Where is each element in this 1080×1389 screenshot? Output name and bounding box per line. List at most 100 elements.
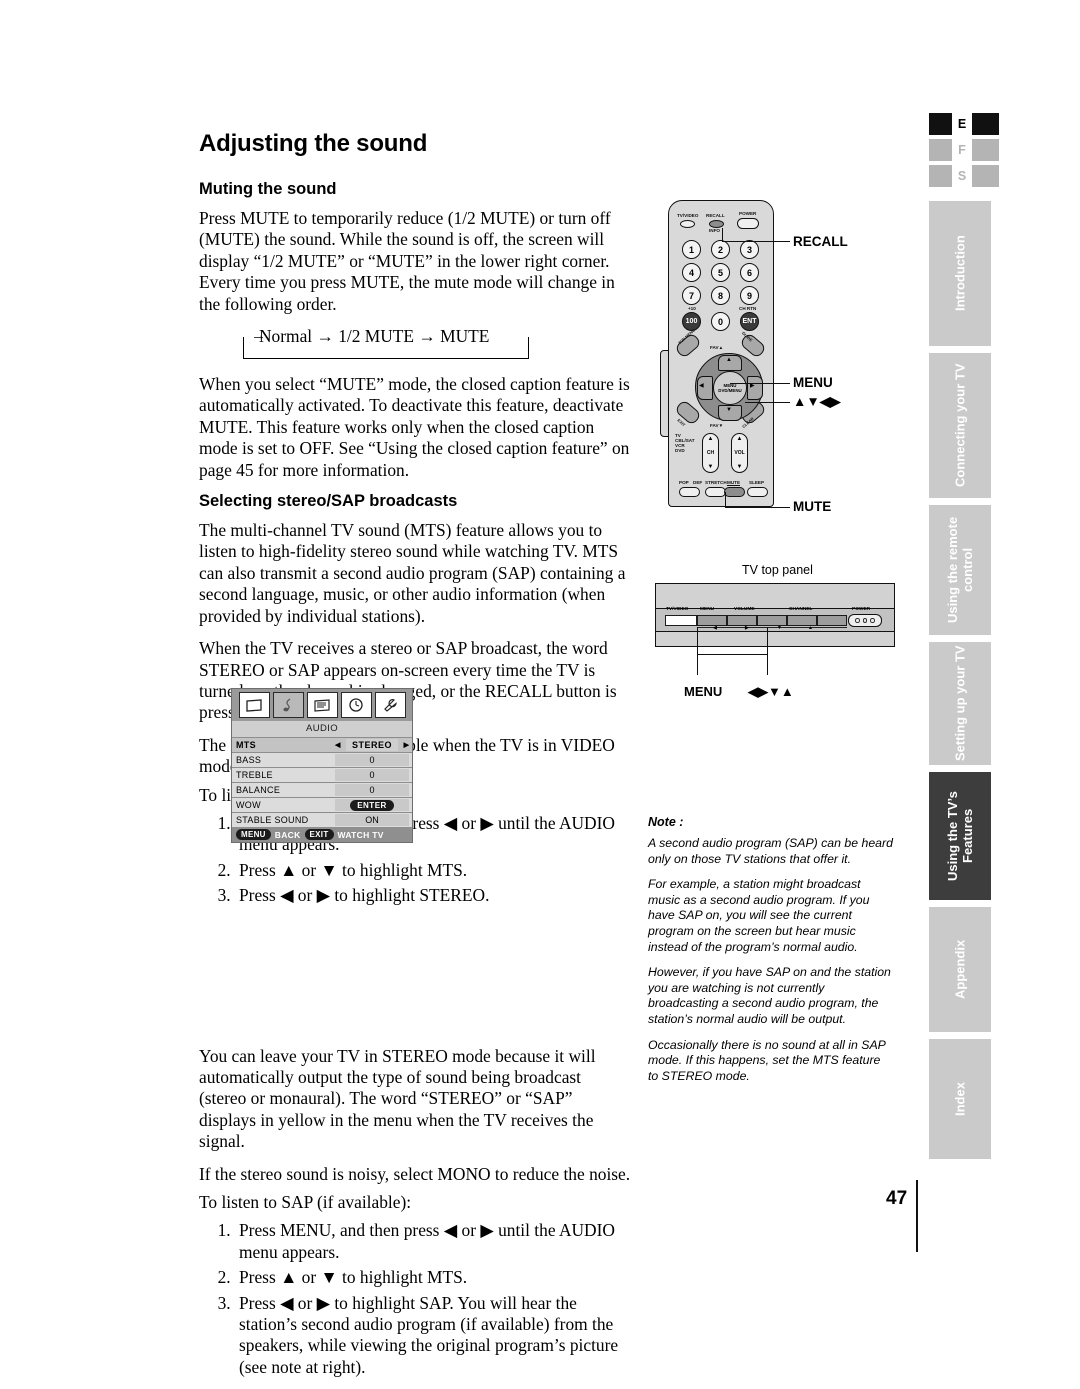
leader-mute [725,507,790,509]
mute-button[interactable] [724,487,745,497]
lang-block-right [972,113,999,135]
sidebar-tab-setting-up-your-tv[interactable]: Setting up your TV [929,642,991,765]
keypad-6[interactable]: 6 [740,263,759,282]
leader-recall-stem [722,228,724,242]
language-row-e[interactable]: E [929,113,1007,135]
leader-tv-bracket-top [697,654,767,656]
sidebar-tab-connecting-your-tv[interactable]: Connecting your TV [929,353,991,498]
remote-label-info: INFO [709,228,720,233]
enter-button[interactable]: ENTER [350,800,394,811]
tv-panel-volume-down-button[interactable] [727,615,757,626]
remote-label-stretch: STRETCH [705,480,727,485]
list-item: Press ▲ or ▼ to highlight MTS. [235,860,631,881]
tv-panel-tv-video-button[interactable] [665,615,697,626]
right-arrow-icon[interactable]: ▶ [401,741,412,749]
sidebar-tab-index[interactable]: Index [929,1039,991,1159]
keypad-9[interactable]: 9 [740,286,759,305]
tv-panel-volume-up-button[interactable] [757,615,787,626]
vol-down-arrow-icon[interactable]: ▼ [737,464,743,470]
keypad-5[interactable]: 5 [711,263,730,282]
remote-label-ch-rtn: CH RTN [739,306,757,311]
keypad-4[interactable]: 4 [682,263,701,282]
sidebar-tab-introduction[interactable]: Introduction [929,201,991,346]
vol-up-arrow-icon[interactable]: ▲ [737,436,743,442]
clock-icon[interactable] [340,692,372,718]
tv-panel-label-channel: CHANNEL [789,607,813,612]
audio-note-icon[interactable] [272,692,304,718]
lang-block-left [929,113,952,135]
leader-tv-menu [697,627,699,675]
keypad-ent[interactable]: ENT [740,312,759,331]
led-indicator-icon [855,618,860,623]
audio-menu-value: ON [335,814,409,826]
sidebar-tab-using-the-remote-control[interactable]: Using the remote control [929,505,991,635]
keypad-2[interactable]: 2 [711,240,730,259]
ch-down-arrow-icon[interactable]: ▼ [708,464,714,470]
setup-wrench-icon[interactable] [374,692,406,718]
callout-recall: RECALL [793,234,848,249]
tv-panel-label-menu: MENU [700,607,715,612]
sap-steps-list: Press MENU, and then press ◀ or ▶ until … [199,1220,631,1378]
tv-panel-arrow-up-icon: ▲ [808,625,813,631]
audio-menu-label: BALANCE [236,785,281,795]
sidebar-tab-appendix[interactable]: Appendix [929,907,991,1032]
audio-menu-value: 0 [335,784,409,796]
mode-label-dvd: DVD [675,448,685,453]
keypad-1[interactable]: 1 [682,240,701,259]
keypad-3[interactable]: 3 [740,240,759,259]
keypad-8[interactable]: 8 [711,286,730,305]
tv-panel-channel-up-button[interactable] [817,615,847,626]
note-paragraph: However, if you have SAP on and the stat… [648,965,891,1026]
manual-page: Adjusting the sound Muting the sound Pre… [0,0,1080,1377]
audio-menu-row-balance[interactable]: BALANCE 0 [232,782,412,797]
audio-menu-row-treble[interactable]: TREBLE 0 [232,767,412,782]
pop-button[interactable] [679,487,700,497]
paragraph-mute-closed-caption: When you select “MUTE” mode, the closed … [199,374,630,480]
menu-key-action: BACK [274,829,301,840]
language-row-f[interactable]: F [929,139,1007,161]
audio-menu-row-bass[interactable]: BASS 0 [232,752,412,767]
callout-tv-panel-menu: MENU [684,684,723,699]
tv-video-button[interactable] [680,220,695,228]
ch-up-arrow-icon[interactable]: ▲ [708,436,714,442]
heading-muting-the-sound: Muting the sound [199,180,337,198]
sleep-button[interactable] [747,487,768,497]
label-to-listen-sap: To listen to SAP (if available): [199,1192,412,1212]
power-button[interactable] [737,218,759,229]
audio-menu-label: STABLE SOUND [236,815,309,825]
picture-icon[interactable] [238,692,270,718]
tv-panel-power-button[interactable] [848,614,882,627]
paragraph-mono-noise: If the stereo sound is noisy, select MON… [199,1163,631,1184]
list-item: Press ▲ or ▼ to highlight MTS. [235,1267,631,1288]
remote-label-recall: RECALL [706,213,725,218]
keypad-7[interactable]: 7 [682,286,701,305]
remote-body: TV/VIDEO RECALL INFO POWER 1 2 3 4 5 6 7… [668,200,774,507]
led-indicator-icon [862,618,868,623]
captions-icon[interactable] [306,692,338,718]
sidebar-tab-using-the-tvs-features[interactable]: Using the TV’s Features [929,772,991,900]
audio-menu-label: WOW [236,800,261,810]
remote-mode-labels: TV CBL/SAT VCR DVD [675,433,695,453]
mute-cycle-label: Normal → 1/2 MUTE → MUTE [259,326,490,347]
menu-key-pill: MENU [236,829,271,840]
tv-panel-menu-button[interactable] [697,615,727,626]
dpad-menu-button[interactable]: MENU DVD/MENU [713,371,747,405]
tv-panel-label-power: POWER [852,607,871,612]
audio-menu-row-stable-sound[interactable]: STABLE SOUND ON [232,812,412,827]
stretch-button[interactable] [705,487,726,497]
dpad-left-arrow-icon: ◀ [699,383,704,389]
leader-tv-arrows [767,627,769,675]
tv-panel-arrow-right-icon: ▶ [745,625,749,631]
keypad-0[interactable]: 0 [711,312,730,331]
audio-menu-row-wow[interactable]: WOW ENTER [232,797,412,812]
volume-rocker[interactable]: ▲ VOL ▼ [731,433,748,473]
paragraph-mts-intro: The multi-channel TV sound (MTS) feature… [199,520,626,626]
tv-panel-label-volume: VOLUME [734,607,755,612]
channel-rocker[interactable]: ▲ CH ▼ [702,433,719,473]
recall-button[interactable] [709,220,724,228]
audio-menu-row-mts[interactable]: MTS ◀ STEREO ▶ [232,737,412,752]
note-paragraph: A second audio program (SAP) can be hear… [648,836,893,866]
callout-menu: MENU [793,375,833,390]
language-row-s[interactable]: S [929,165,1007,187]
left-arrow-icon[interactable]: ◀ [332,741,343,749]
